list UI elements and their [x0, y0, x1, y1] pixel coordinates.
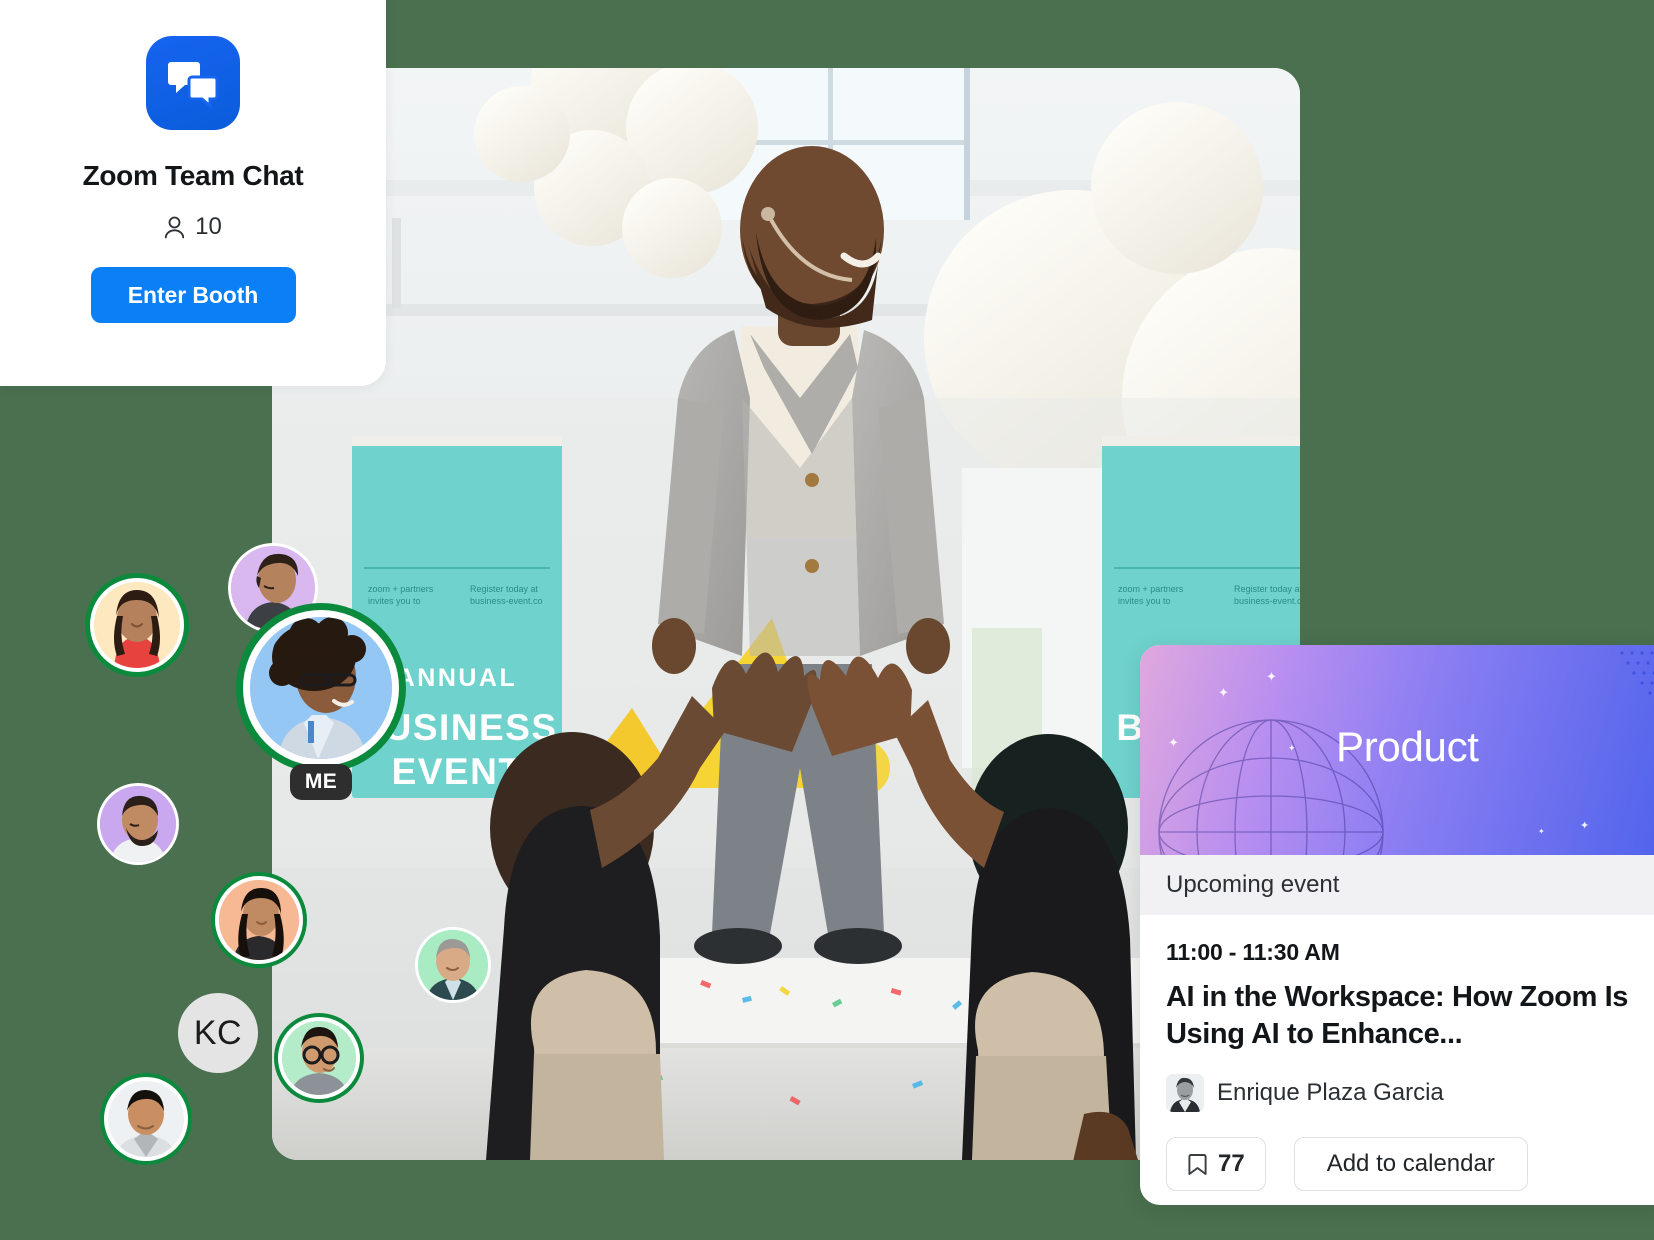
event-title: AI in the Workspace: How Zoom Is Using A… — [1166, 981, 1629, 1050]
participant-avatar-7[interactable] — [100, 1073, 192, 1165]
sparkle-icon-5: ✦ — [1580, 820, 1590, 832]
avatar-image-6 — [282, 1021, 356, 1095]
svg-text:business-event.co: business-event.co — [470, 596, 543, 606]
sparkle-icon-3: ✦ — [1168, 735, 1179, 750]
page-canvas: zoom + partners invites you to Register … — [0, 0, 1654, 1240]
participant-avatar-1[interactable] — [85, 573, 189, 677]
svg-text:Register today at: Register today at — [470, 584, 539, 594]
event-status-band: Upcoming event — [1140, 855, 1654, 915]
event-card-body: 11:00 - 11:30 AM AI in the Workspace: Ho… — [1140, 915, 1654, 1192]
svg-text:invites you to: invites you to — [368, 596, 421, 606]
avatar-initials-label: KC — [193, 1013, 243, 1052]
bookmark-icon — [1188, 1153, 1207, 1175]
speaker-name: Enrique Plaza Garcia — [1217, 1079, 1444, 1107]
booth-attendee-count: 10 — [164, 213, 222, 241]
svg-text:business-event.co: business-event.co — [1234, 596, 1300, 606]
avatar-photo-4 — [219, 880, 299, 960]
bookmark-button[interactable]: 77 — [1166, 1137, 1266, 1192]
speaker-avatar-photo — [1166, 1074, 1204, 1113]
svg-text:ANNUAL: ANNUAL — [397, 664, 518, 692]
sparkle-icon-6: ✦ — [1538, 827, 1545, 836]
avatar-photo-6 — [282, 1021, 356, 1095]
event-time: 11:00 - 11:30 AM — [1166, 939, 1340, 965]
upcoming-event-card: ✦ ✦ ✦ ✦ ✦ ✦ Product Upcoming event 11:00… — [1140, 645, 1654, 1205]
sparkle-icon-1: ✦ — [1218, 685, 1229, 700]
dot-pattern-decoration — [1620, 651, 1654, 695]
avatar-image-5 — [418, 930, 488, 1000]
avatar-image-me — [250, 617, 392, 759]
participant-avatar-5[interactable] — [415, 927, 491, 1003]
avatar-ring-white — [90, 578, 184, 672]
avatar-image-1 — [94, 582, 180, 668]
avatar-image-3 — [100, 786, 176, 862]
event-action-row: 77 Add to calendar — [1166, 1137, 1644, 1192]
avatar-ring-white-6 — [278, 1017, 360, 1099]
participant-avatar-kc[interactable]: KC — [178, 993, 258, 1073]
add-to-calendar-button[interactable]: Add to calendar — [1293, 1137, 1528, 1192]
svg-text:invites you to: invites you to — [1118, 596, 1171, 606]
me-badge: ME — [290, 764, 352, 800]
chat-bubbles-icon — [146, 36, 240, 130]
participant-avatar-4[interactable] — [211, 872, 307, 968]
bookmark-count: 77 — [1218, 1150, 1245, 1178]
avatar-photo-1 — [94, 582, 180, 668]
avatar-ring-white-7 — [104, 1077, 188, 1161]
avatar-photo-5 — [418, 930, 488, 1000]
person-icon — [165, 216, 185, 238]
avatar-ring-white-me — [243, 610, 399, 766]
chat-bubbles-glyph — [168, 62, 219, 109]
svg-text:zoom + partners: zoom + partners — [1118, 584, 1184, 594]
speaker-avatar — [1166, 1074, 1204, 1113]
avatar-image-4 — [219, 880, 299, 960]
participant-avatar-3[interactable] — [97, 783, 179, 865]
participant-avatar-6[interactable] — [274, 1013, 364, 1103]
avatar-image-7 — [108, 1081, 184, 1157]
event-speaker: Enrique Plaza Garcia — [1166, 1074, 1644, 1113]
avatar-photo-me — [250, 617, 392, 759]
svg-text:zoom + partners: zoom + partners — [368, 584, 434, 594]
event-category-label: Product — [1336, 723, 1479, 770]
enter-booth-button[interactable]: Enter Booth — [90, 267, 296, 323]
sparkle-icon-4: ✦ — [1288, 743, 1296, 753]
attendee-count-value: 10 — [195, 213, 222, 240]
avatar-ring-white-4 — [215, 876, 303, 964]
booth-card: Zoom Team Chat 10 Enter Booth — [0, 0, 386, 386]
sparkle-icon-2: ✦ — [1266, 669, 1277, 684]
svg-text:Register today at: Register today at — [1234, 584, 1300, 594]
event-hero-banner: ✦ ✦ ✦ ✦ ✦ ✦ Product — [1140, 645, 1654, 855]
avatar-photo-7 — [108, 1081, 184, 1157]
participant-avatar-me[interactable] — [236, 603, 406, 773]
avatar-photo-3 — [100, 786, 176, 862]
booth-title: Zoom Team Chat — [82, 160, 304, 191]
